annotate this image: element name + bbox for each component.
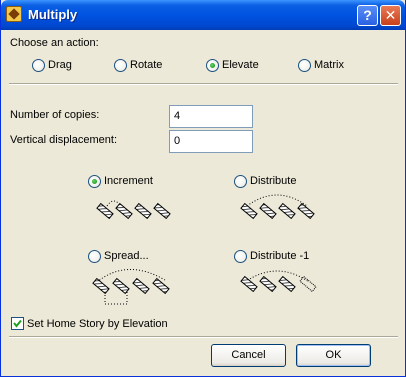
- distribute-illustration: [240, 194, 315, 220]
- copies-label: Number of copies:: [10, 109, 100, 121]
- help-button[interactable]: ?: [357, 5, 378, 26]
- home-story-checkbox[interactable]: [11, 317, 24, 330]
- separator: [9, 83, 398, 85]
- cancel-button[interactable]: Cancel: [211, 344, 286, 367]
- spread-illustration: [92, 269, 170, 305]
- radio-spread-label[interactable]: Spread...: [104, 250, 149, 262]
- distribute-minus-one-illustration: [240, 270, 317, 293]
- displacement-input[interactable]: 0: [169, 130, 253, 153]
- action-label: Choose an action:: [10, 37, 99, 49]
- title-bar[interactable]: Multiply ? ✕: [1, 0, 405, 30]
- radio-rotate[interactable]: [114, 59, 127, 72]
- close-button[interactable]: ✕: [380, 5, 401, 26]
- radio-elevate[interactable]: [206, 59, 219, 72]
- radio-distribute[interactable]: [234, 175, 247, 188]
- displacement-label: Vertical displacement:: [10, 134, 117, 146]
- window-title: Multiply: [28, 7, 78, 22]
- radio-drag-label[interactable]: Drag: [48, 59, 72, 71]
- increment-illustration: [96, 200, 171, 220]
- radio-distribute-label[interactable]: Distribute: [250, 175, 296, 187]
- copies-input[interactable]: 4: [169, 105, 253, 128]
- radio-matrix[interactable]: [298, 59, 311, 72]
- radio-rotate-label[interactable]: Rotate: [130, 59, 162, 71]
- radio-distribute-minus-one-label[interactable]: Distribute -1: [250, 250, 309, 262]
- multiply-dialog: Multiply ? ✕ Choose an action: Drag Rota…: [0, 0, 406, 377]
- home-story-label[interactable]: Set Home Story by Elevation: [27, 318, 168, 330]
- radio-increment[interactable]: [88, 175, 101, 188]
- ok-button[interactable]: OK: [296, 344, 371, 367]
- app-icon: [6, 6, 22, 22]
- checkmark-icon: [13, 319, 22, 328]
- separator-bottom: [9, 336, 398, 338]
- radio-matrix-label[interactable]: Matrix: [314, 59, 344, 71]
- radio-elevate-label[interactable]: Elevate: [222, 59, 259, 71]
- radio-drag[interactable]: [32, 59, 45, 72]
- radio-increment-label[interactable]: Increment: [104, 175, 153, 187]
